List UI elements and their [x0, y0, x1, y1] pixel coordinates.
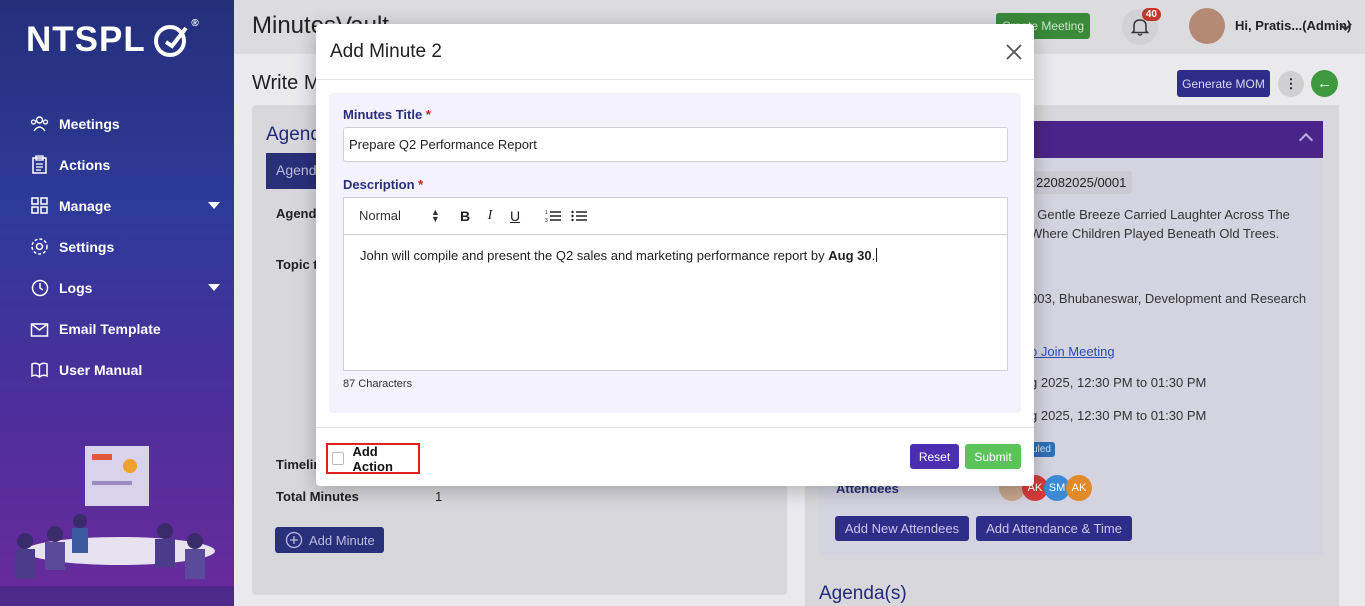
- sidebar-item-label: Email Template: [59, 320, 161, 337]
- sidebar-item-label: Meetings: [59, 115, 120, 132]
- attendee-avatar: AK: [1066, 475, 1092, 501]
- total-minutes-label: Total Minutes: [276, 489, 359, 504]
- sidebar-item-user-manual[interactable]: User Manual: [0, 349, 234, 390]
- agendas-heading: Agenda(s): [819, 583, 907, 604]
- sidebar-item-label: Manage: [59, 197, 112, 214]
- minutes-title-input[interactable]: [343, 127, 1008, 162]
- book-icon: [30, 360, 49, 379]
- chevron-down-icon: [208, 202, 220, 209]
- history-icon: [30, 278, 49, 297]
- meeting-description-line: Where Children Played Beneath Old Trees.: [1030, 226, 1280, 241]
- description-label: Description *: [343, 177, 423, 192]
- description-text: John will compile and present the Q2 sal…: [360, 248, 829, 263]
- close-icon[interactable]: [1005, 43, 1023, 61]
- minutes-title-label: Minutes Title *: [343, 107, 431, 122]
- add-minute-modal: Add Minute 2 Minutes Title * Description…: [316, 24, 1034, 486]
- required-mark: *: [425, 107, 431, 122]
- clipboard-icon: [30, 155, 49, 174]
- select-arrows-icon: ▲ ▼: [430, 206, 440, 224]
- reset-button[interactable]: Reset: [910, 444, 959, 469]
- editor-content[interactable]: John will compile and present the Q2 sal…: [360, 248, 878, 263]
- checkbox[interactable]: [332, 452, 345, 465]
- sidebar-item-label: Actions: [59, 156, 111, 173]
- description-end: .: [871, 248, 876, 263]
- total-minutes-value: 1: [435, 489, 443, 504]
- italic-icon[interactable]: I: [481, 207, 499, 225]
- page-title: Write M: [252, 72, 321, 94]
- plus-circle-icon: [285, 531, 303, 549]
- text-cursor: [876, 248, 878, 262]
- sidebar-item-logs[interactable]: Logs: [0, 267, 234, 308]
- meeting-id-badge: 22082025/0001: [1030, 171, 1133, 194]
- generate-mom-button[interactable]: Generate MOM: [1177, 70, 1270, 97]
- envelope-icon: [30, 319, 49, 338]
- avatar[interactable]: [1189, 8, 1225, 44]
- modal-form: Minutes Title * Description * Normal ▲▼ …: [329, 93, 1021, 413]
- sidebar-nav: Meetings Actions Manage Settings Logs Em…: [0, 103, 234, 390]
- timeline-label: Timelin: [276, 457, 322, 472]
- gear-icon: [30, 237, 49, 256]
- sidebar-item-label: Settings: [59, 238, 115, 255]
- format-select[interactable]: Normal ▲ ▼: [359, 206, 440, 224]
- sidebar-item-actions[interactable]: Actions: [0, 144, 234, 185]
- submit-button[interactable]: Submit: [965, 444, 1021, 469]
- chevron-up-icon: [1298, 132, 1314, 148]
- grid-icon: [30, 196, 49, 215]
- description-bold-text: Aug 30: [828, 248, 872, 263]
- add-action-label: Add Action: [352, 443, 393, 474]
- people-icon: [30, 114, 49, 133]
- add-minute-label: Add Minute: [309, 532, 375, 548]
- sidebar-item-label: User Manual: [59, 361, 143, 378]
- bullet-list-icon[interactable]: [570, 207, 588, 225]
- svg-text:3: 3: [545, 218, 548, 223]
- sidebar-item-manage[interactable]: Manage: [0, 185, 234, 226]
- add-minute-button[interactable]: Add Minute: [275, 527, 384, 553]
- meeting-time: g 2025, 12:30 PM to 01:30 PM: [1030, 375, 1207, 390]
- sidebar-item-email-template[interactable]: Email Template: [0, 308, 234, 349]
- modal-title: Add Minute 2: [330, 41, 442, 62]
- meeting-details-header[interactable]: [1030, 121, 1323, 158]
- ordered-list-icon[interactable]: 13: [544, 207, 562, 225]
- meeting-time: g 2025, 12:30 PM to 01:30 PM: [1030, 408, 1207, 423]
- editor-toolbar: Normal ▲ ▼ B I U 13: [344, 198, 1007, 235]
- minutes-title-label-text: Minutes Title: [343, 107, 423, 122]
- modal-footer-divider: [316, 427, 1034, 428]
- logo-mark-icon: [153, 25, 188, 57]
- modal-divider: [316, 79, 1034, 80]
- meeting-illustration: [0, 446, 234, 606]
- registered-mark: ®: [191, 18, 200, 29]
- sidebar-item-settings[interactable]: Settings: [0, 226, 234, 267]
- logo: NTSPL ®: [26, 18, 199, 60]
- sidebar-item-label: Logs: [59, 279, 93, 296]
- agenda-card-title: Agend: [266, 124, 321, 145]
- chevron-down-icon: [208, 284, 220, 291]
- description-editor[interactable]: Normal ▲ ▼ B I U 13 John will compile and…: [343, 197, 1008, 371]
- description-label-text: Description: [343, 177, 415, 192]
- add-new-attendees-button[interactable]: Add New Attendees: [835, 516, 969, 541]
- logo-text: NTSPL: [26, 20, 146, 59]
- more-options-icon[interactable]: ⋮: [1278, 71, 1304, 97]
- add-attendance-time-button[interactable]: Add Attendance & Time: [976, 516, 1132, 541]
- svg-text:1: 1: [545, 210, 548, 216]
- sidebar: NTSPL ® Meetings Actions Manage Settings…: [0, 0, 234, 606]
- sidebar-item-meetings[interactable]: Meetings: [0, 103, 234, 144]
- notification-count-badge: 40: [1141, 8, 1161, 21]
- meeting-description-line: , Gentle Breeze Carried Laughter Across …: [1030, 207, 1290, 222]
- user-menu-label[interactable]: Hi, Pratis...(Admin): [1235, 18, 1351, 33]
- character-count: 87 Characters: [343, 378, 413, 390]
- format-select-value: Normal: [359, 208, 401, 223]
- required-mark: *: [418, 177, 424, 192]
- bold-icon[interactable]: B: [456, 207, 474, 225]
- join-meeting-link[interactable]: o Join Meeting: [1030, 344, 1115, 359]
- notifications-button[interactable]: 40: [1122, 8, 1161, 45]
- back-arrow-icon[interactable]: ←: [1311, 70, 1338, 97]
- meeting-location: 003, Bhubaneswar, Development and Resear…: [1030, 291, 1307, 306]
- underline-icon[interactable]: U: [506, 207, 524, 225]
- add-action-checkbox[interactable]: Add Action: [326, 443, 420, 474]
